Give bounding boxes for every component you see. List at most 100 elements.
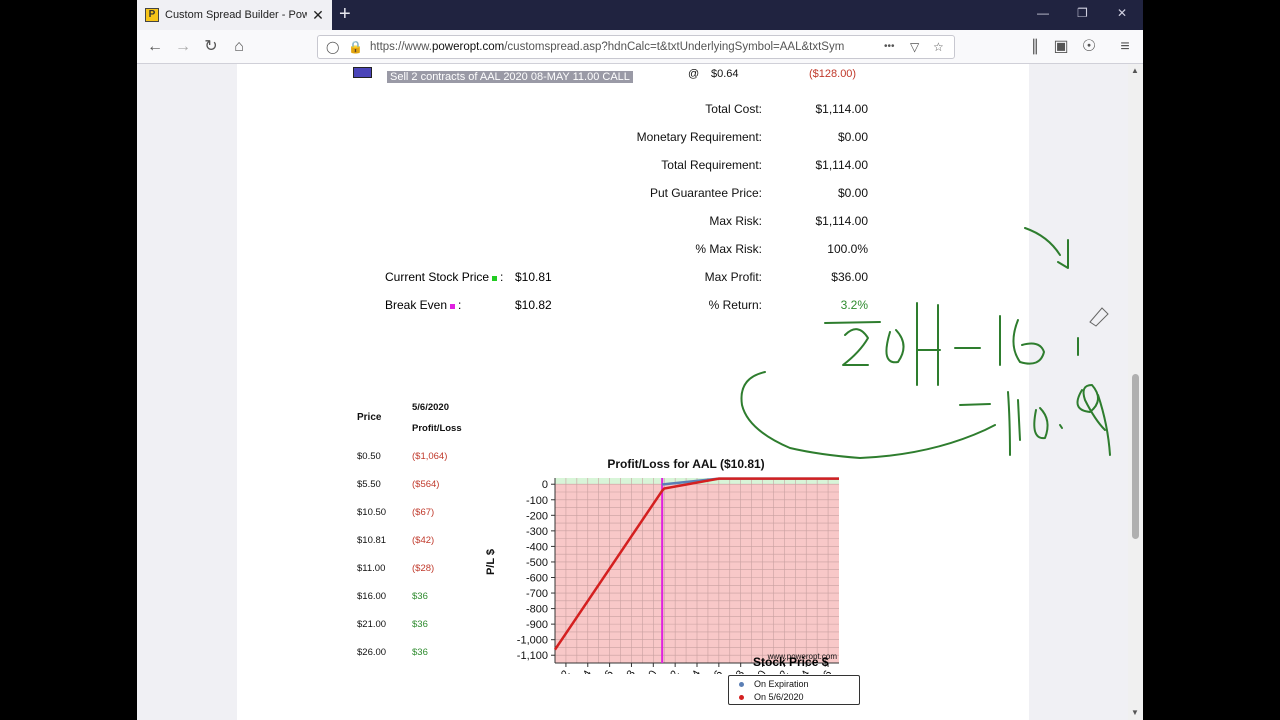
- x-tick-label: 12: [665, 669, 682, 675]
- legend-item-date: On 5/6/2020: [739, 692, 804, 702]
- pl-table-value: ($42): [412, 535, 435, 546]
- minimize-button[interactable]: —: [1037, 6, 1049, 20]
- reload-icon[interactable]: ↻: [201, 37, 221, 57]
- maximize-button[interactable]: ❐: [1077, 6, 1088, 20]
- url-prefix: https://www.: [370, 41, 432, 53]
- x-tick-label: 6: [603, 669, 616, 675]
- url-bar[interactable]: ◯ 🔒 https://www.poweropt.com/customsprea…: [317, 35, 955, 59]
- navigation-toolbar: ← → ↻ ⌂ ◯ 🔒 https://www.poweropt.com/cus…: [137, 30, 1143, 64]
- x-tick-label: 24: [796, 669, 813, 675]
- pl-table-price: $10.81: [357, 535, 387, 546]
- bookmark-star-icon[interactable]: ☆: [933, 40, 944, 54]
- new-tab-button[interactable]: +: [339, 3, 351, 26]
- legend-dot-expiration: [739, 682, 744, 688]
- order-leg-text[interactable]: Sell 2 contracts of AAL 2020 08-MAY 11.0…: [387, 67, 633, 85]
- profit-loss-chart: 0 -100 -200 -300 -400 -500 -600 -700 -800 -900 -1,…: [485, 457, 839, 675]
- x-tick-label: 20: [753, 669, 770, 675]
- y-tick-label: -1,100: [517, 650, 548, 662]
- home-icon[interactable]: ⌂: [229, 37, 249, 57]
- y-tick-label: -1,000: [517, 635, 548, 647]
- vertical-scrollbar[interactable]: ▲ ▼: [1128, 64, 1143, 720]
- back-arrow-icon[interactable]: ←: [145, 37, 165, 57]
- y-tick-label: -600: [526, 572, 548, 584]
- x-tick-label: 2: [559, 669, 572, 675]
- y-tick-label: -900: [526, 619, 548, 631]
- x-tick-label: 4: [581, 669, 594, 675]
- x-tick-label: 18: [731, 669, 748, 675]
- leg-text: Sell 2 contracts of AAL 2020 08-MAY 11.0…: [387, 71, 633, 83]
- summary-value: $1,114.00: [815, 214, 869, 228]
- pocket-icon[interactable]: ▽: [910, 40, 919, 54]
- shield-icon[interactable]: ◯: [326, 40, 339, 54]
- x-tick-label: 26: [818, 669, 835, 675]
- y-tick-label: -800: [526, 604, 548, 616]
- close-window-button[interactable]: ✕: [1117, 6, 1127, 20]
- summary-value: $36.00: [831, 270, 868, 284]
- summary-label: Monetary Requirement:: [636, 130, 762, 144]
- summary-label: Total Requirement:: [661, 158, 762, 172]
- y-tick-label: -100: [526, 495, 548, 507]
- forward-arrow-icon[interactable]: →: [173, 37, 193, 57]
- pl-table-price: $10.50: [357, 507, 387, 518]
- pl-table-value: $36: [412, 591, 428, 602]
- account-icon[interactable]: ☉: [1079, 37, 1099, 57]
- tab-close-icon[interactable]: ✕: [310, 7, 326, 24]
- x-tick-label: 8: [625, 669, 638, 675]
- pl-table-price-header: Price: [357, 412, 382, 423]
- library-icon[interactable]: ∥: [1025, 37, 1045, 57]
- y-tick-label: -300: [526, 526, 548, 538]
- y-tick-label: -400: [526, 541, 548, 553]
- x-tick-label: 14: [687, 669, 704, 675]
- colon: :: [500, 270, 504, 284]
- x-tick-label: 22: [774, 669, 791, 675]
- tab-title: Custom Spread Builder - PowerOpt: [165, 9, 307, 21]
- pl-table-price: $26.00: [357, 647, 387, 658]
- break-even-label: Break Even:: [385, 298, 461, 312]
- current-price-marker-icon: [492, 276, 498, 281]
- legend-item-expiration: On Expiration: [739, 679, 809, 689]
- y-tick-label: -200: [526, 510, 548, 522]
- pl-table-value: ($67): [412, 507, 435, 518]
- scroll-down-icon[interactable]: ▼: [1131, 708, 1139, 717]
- url-text[interactable]: https://www.poweropt.com/customspread.as…: [370, 41, 875, 53]
- summary-value: $0.00: [837, 130, 868, 144]
- lock-icon[interactable]: 🔒: [348, 40, 363, 54]
- page-content: Sell 2 contracts of AAL 2020 08-MAY 11.0…: [237, 64, 1029, 720]
- url-path: /customspread.asp?hdnCalc=t&txtUnderlyin…: [504, 41, 845, 53]
- scroll-up-icon[interactable]: ▲: [1131, 66, 1139, 75]
- pl-table-value: ($28): [412, 563, 435, 574]
- pl-table-price: $21.00: [357, 619, 387, 630]
- pl-table-price: $5.50: [357, 479, 381, 490]
- pl-table-pl-header: Profit/Loss: [412, 423, 462, 434]
- x-tick-label: 16: [709, 669, 726, 675]
- chart-legend: On Expiration On 5/6/2020: [728, 675, 860, 705]
- y-tick-label: 0: [542, 479, 548, 491]
- break-even-label-text: Break Even: [385, 298, 448, 312]
- order-amount: ($128.00): [809, 68, 857, 80]
- current-stock-price-value: $10.81: [515, 270, 552, 284]
- summary-value: $1,114.00: [815, 158, 869, 172]
- legend-label-date: On 5/6/2020: [754, 692, 804, 702]
- menu-icon[interactable]: ≡: [1115, 37, 1135, 57]
- scrollbar-thumb[interactable]: [1132, 374, 1139, 539]
- legend-dot-date: [739, 695, 744, 701]
- summary-label: Total Cost:: [705, 102, 762, 116]
- pl-table-price: $0.50: [357, 451, 381, 462]
- y-tick-label: -500: [526, 557, 548, 569]
- current-stock-price-label: Current Stock Price:: [385, 270, 503, 284]
- pl-table-price: $16.00: [357, 591, 387, 602]
- pl-table-date-header: 5/6/2020: [412, 402, 449, 413]
- sidebar-icon[interactable]: ▣: [1051, 37, 1071, 57]
- url-domain: poweropt.com: [432, 41, 505, 53]
- page-actions-icon[interactable]: •••: [884, 41, 895, 52]
- leg-select-icon[interactable]: [353, 67, 372, 78]
- summary-value: 3.2%: [840, 298, 868, 312]
- tab-bar: P Custom Spread Builder - PowerOpt ✕ + —…: [137, 0, 1143, 30]
- pl-table-price: $11.00: [357, 563, 386, 574]
- break-even-marker-icon: [450, 304, 456, 309]
- y-axis-label: P/L $: [485, 549, 497, 575]
- current-stock-label-text: Current Stock Price: [385, 270, 490, 284]
- tab-custom-spread-builder[interactable]: P Custom Spread Builder - PowerOpt ✕: [137, 0, 332, 30]
- chart-title: Profit/Loss for AAL ($10.81): [607, 457, 764, 471]
- pl-table-value: ($1,064): [412, 451, 448, 462]
